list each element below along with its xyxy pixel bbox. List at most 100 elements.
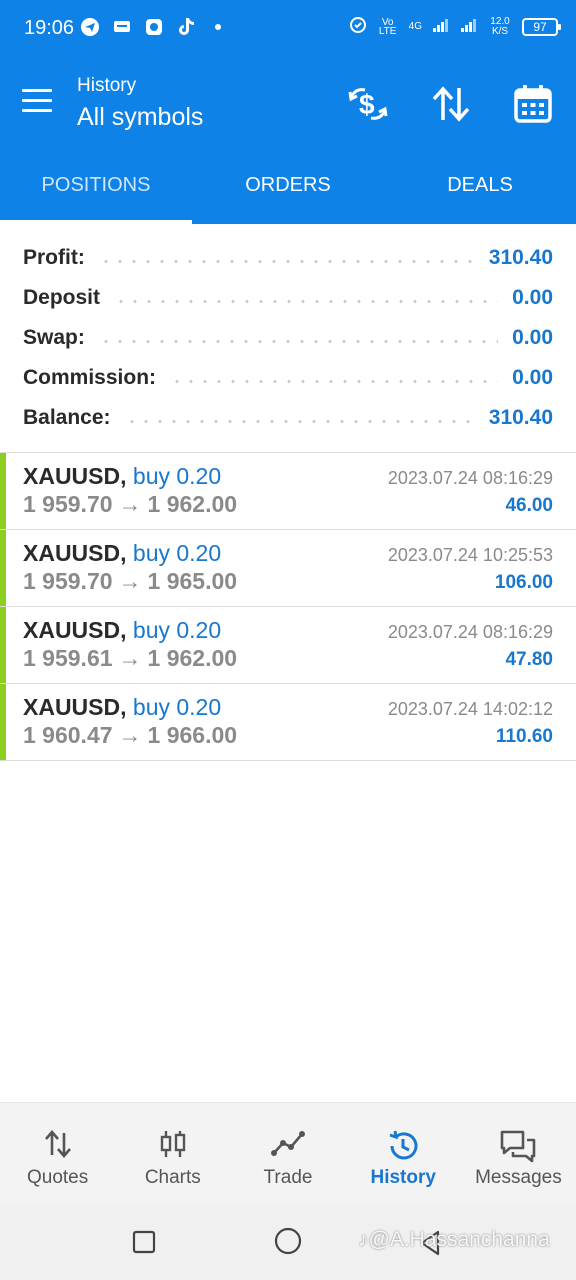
status-right-icons: Vo LTE 4G 12.0 K/S 97 <box>349 16 561 37</box>
summary-label: Commission: <box>23 366 157 389</box>
close-price: 1 962.00 <box>147 491 238 517</box>
close-price: 1 962.00 <box>147 645 238 671</box>
watermark: ♪@A.Hassanchanna <box>358 1228 550 1252</box>
calendar-icon <box>514 85 552 123</box>
sync-icon <box>349 16 367 37</box>
watermark-logo-icon: ♪ <box>358 1228 369 1251</box>
bottom-navigation: Quotes Charts Trade History Messages <box>0 1102 576 1204</box>
summary-value: 0.00 <box>512 286 553 309</box>
summary-row-profit: Profit: 310.40 <box>0 238 576 278</box>
position-row[interactable]: XAUUSD, buy 0.20 1 959.61 → 1 962.00 2023.… <box>0 607 576 684</box>
position-side: buy 0.20 <box>132 617 222 643</box>
position-symbol: XAUUSD, <box>23 694 127 720</box>
status-time: 19:06 <box>24 17 75 39</box>
circle-icon <box>274 1227 302 1255</box>
price-arrow-icon: → <box>118 568 142 594</box>
nav-history[interactable]: History <box>346 1103 461 1204</box>
dotted-leader <box>114 299 499 303</box>
currency-exchange-button[interactable]: $ <box>346 82 390 126</box>
summary-row-deposit: Deposit 0.00 <box>0 278 576 318</box>
position-symbol: XAUUSD, <box>23 540 127 566</box>
buy-indicator-bar <box>0 530 6 606</box>
recents-button[interactable] <box>132 1230 156 1259</box>
summary-panel: Profit: 310.40 Deposit 0.00 Swap: 0.00 C… <box>0 238 576 438</box>
network-4g-label: 4G <box>408 21 422 32</box>
nav-quotes[interactable]: Quotes <box>0 1103 115 1204</box>
summary-value: 0.00 <box>512 326 553 349</box>
position-profit: 46.00 <box>505 495 553 516</box>
open-price: 1 959.70 <box>23 491 113 517</box>
position-time: 2023.07.24 10:25:53 <box>387 545 553 565</box>
position-side: buy 0.20 <box>132 463 222 489</box>
home-button[interactable] <box>274 1227 302 1260</box>
position-time: 2023.07.24 08:16:29 <box>387 468 553 488</box>
position-profit: 110.60 <box>495 726 553 747</box>
tab-positions[interactable]: POSITIONS <box>0 146 192 224</box>
battery-level: 97 <box>533 19 547 34</box>
status-left-icons <box>80 17 228 37</box>
summary-label: Swap: <box>23 326 85 349</box>
app-notification-icon <box>144 17 164 37</box>
position-side: buy 0.20 <box>132 694 222 720</box>
open-price: 1 959.70 <box>23 568 113 594</box>
square-icon <box>132 1230 156 1254</box>
app-bar: History All symbols $ <box>0 60 576 146</box>
message-notification-icon <box>112 17 132 37</box>
nav-label: History <box>370 1167 436 1188</box>
signal-icon-2 <box>460 17 478 36</box>
position-symbol: XAUUSD, <box>23 617 127 643</box>
position-row[interactable]: XAUUSD, buy 0.20 1 959.70 → 1 962.00 2023.… <box>0 453 576 530</box>
hamburger-icon <box>22 89 52 92</box>
sort-button[interactable] <box>429 82 473 126</box>
position-row[interactable]: XAUUSD, buy 0.20 1 960.47 → 1 966.00 2023.… <box>0 684 576 761</box>
menu-button[interactable] <box>22 82 66 122</box>
buy-indicator-bar <box>0 607 6 683</box>
price-arrow-icon: → <box>118 491 142 517</box>
buy-indicator-bar <box>0 453 6 529</box>
buy-indicator-bar <box>0 684 6 760</box>
watermark-text: @A.Hassanchanna <box>368 1228 550 1251</box>
summary-value: 310.40 <box>488 406 553 429</box>
svg-text:$: $ <box>359 89 375 120</box>
nav-label: Charts <box>144 1167 201 1188</box>
position-profit: 106.00 <box>494 572 553 593</box>
dotted-leader <box>98 339 499 343</box>
telegram-icon <box>80 17 100 37</box>
page-subtitle: History <box>77 75 137 96</box>
price-arrow-icon: → <box>118 645 142 671</box>
open-price: 1 960.47 <box>23 722 113 748</box>
tiktok-icon <box>176 17 196 37</box>
symbol-selector[interactable]: All symbols <box>77 103 203 132</box>
position-row[interactable]: XAUUSD, buy 0.20 1 959.70 → 1 965.00 2023.… <box>0 530 576 607</box>
summary-label: Deposit <box>23 286 101 309</box>
nav-trade[interactable]: Trade <box>230 1103 345 1204</box>
summary-row-swap: Swap: 0.00 <box>0 318 576 358</box>
trade-icon <box>271 1131 305 1156</box>
currency-exchange-icon: $ <box>348 88 388 120</box>
status-bar: 19:06 Vo LTE 4G 12.0 K/S 97 <box>0 0 576 60</box>
close-price: 1 965.00 <box>147 568 238 594</box>
calendar-button[interactable] <box>511 82 555 126</box>
quotes-icon <box>44 1130 71 1158</box>
price-arrow-icon: → <box>118 722 142 748</box>
messages-icon <box>501 1130 536 1163</box>
dotted-leader <box>98 259 475 263</box>
close-price: 1 966.00 <box>147 722 238 748</box>
position-time: 2023.07.24 08:16:29 <box>387 622 553 642</box>
nav-charts[interactable]: Charts <box>115 1103 230 1204</box>
nav-label: Messages <box>475 1167 562 1188</box>
open-price: 1 959.61 <box>23 645 113 671</box>
summary-value: 0.00 <box>512 366 553 389</box>
dotted-leader <box>124 419 475 423</box>
position-symbol: XAUUSD, <box>23 463 127 489</box>
summary-value: 310.40 <box>488 246 553 269</box>
nav-messages[interactable]: Messages <box>461 1103 576 1204</box>
charts-icon <box>160 1131 185 1157</box>
position-profit: 47.80 <box>505 649 553 670</box>
position-side: buy 0.20 <box>132 540 222 566</box>
tab-orders[interactable]: ORDERS <box>192 146 384 224</box>
tab-bar: POSITIONS ORDERS DEALS <box>0 146 576 224</box>
nav-label: Trade <box>263 1167 313 1188</box>
tab-deals[interactable]: DEALS <box>384 146 576 224</box>
notification-dot-icon <box>208 17 228 37</box>
